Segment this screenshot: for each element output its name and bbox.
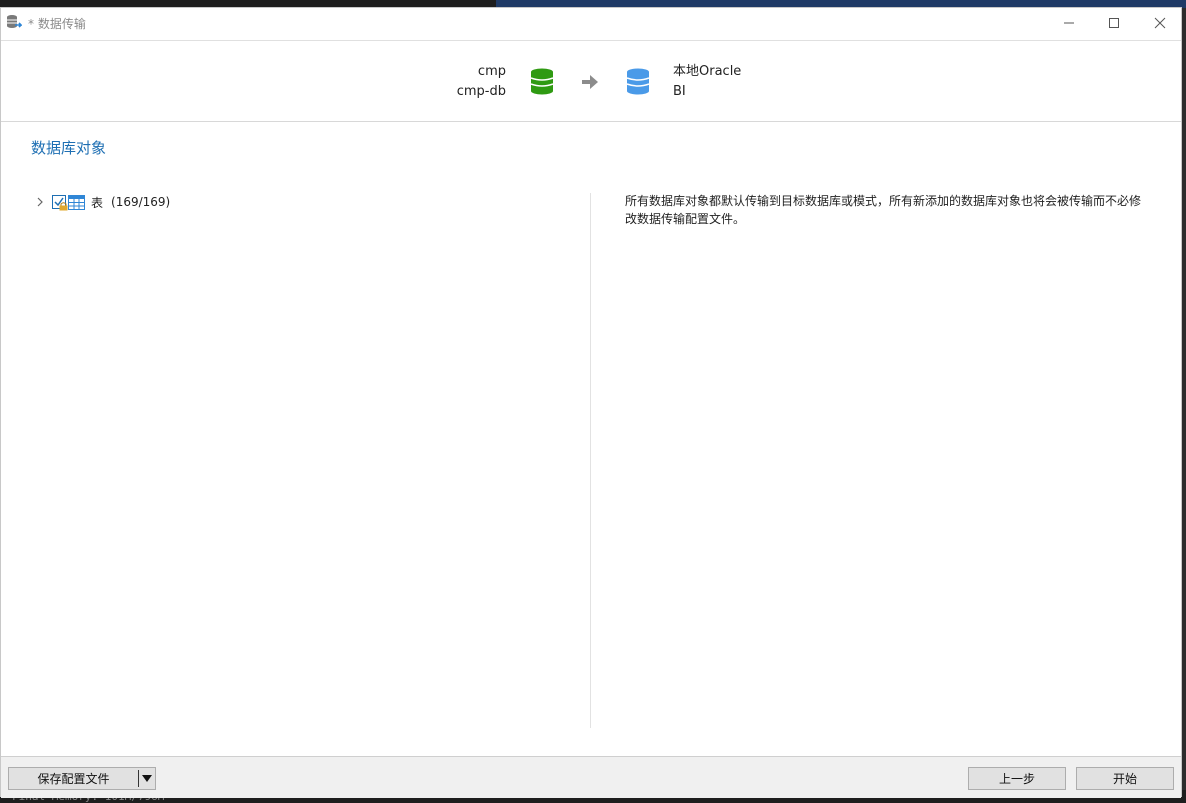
chevron-right-icon (37, 197, 43, 207)
connection-header: cmp cmp-db 本地Oracle BI (1, 42, 1181, 122)
triangle-down-icon (142, 774, 153, 782)
target-connection-name: 本地Oracle (673, 64, 742, 79)
save-profile-split-button[interactable]: 保存配置文件 (8, 767, 156, 790)
data-transfer-window: * 数据传输 cmp cmp-db 本地Oracle BI 数据库对象 表 (1… (0, 7, 1182, 798)
save-profile-dropdown[interactable] (139, 774, 155, 783)
close-button[interactable] (1137, 8, 1183, 38)
tree-item-tables[interactable]: 表 (169/169) (33, 192, 170, 212)
title-bar: * 数据传输 (1, 8, 1181, 41)
close-icon (1154, 17, 1166, 29)
target-database-name: BI (673, 84, 686, 99)
description-text: 所有数据库对象都默认传输到目标数据库或模式，所有新添加的数据库对象也将会被传输而… (625, 194, 1142, 226)
source-database-name: cmp-db (456, 84, 506, 99)
footer-bar: 保存配置文件 上一步 开始 (1, 756, 1181, 798)
minimize-icon (1064, 22, 1074, 24)
lock-icon (59, 202, 68, 211)
maximize-icon (1109, 18, 1119, 28)
section-title: 数据库对象 (31, 139, 107, 157)
tables-checkbox[interactable] (52, 195, 68, 211)
table-icon (68, 194, 85, 210)
save-profile-button[interactable]: 保存配置文件 (9, 770, 138, 787)
previous-button[interactable]: 上一步 (968, 767, 1066, 790)
panel-divider[interactable] (590, 193, 591, 728)
expand-toggle[interactable] (33, 195, 47, 209)
window-title: * 数据传输 (28, 17, 86, 31)
maximize-button[interactable] (1091, 8, 1137, 38)
database-blue-icon (626, 68, 650, 95)
start-button[interactable]: 开始 (1076, 767, 1174, 790)
arrow-right-icon (582, 75, 598, 89)
database-green-icon (530, 68, 554, 95)
database-transfer-icon (7, 15, 22, 28)
tree-item-count: (169/169) (111, 195, 171, 209)
target-connection-info: 本地Oracle BI (673, 62, 741, 102)
source-connection-info: cmp cmp-db (457, 62, 506, 102)
source-connection-name: cmp (477, 64, 506, 79)
tree-item-label: 表 (91, 195, 104, 210)
minimize-button[interactable] (1046, 8, 1092, 38)
